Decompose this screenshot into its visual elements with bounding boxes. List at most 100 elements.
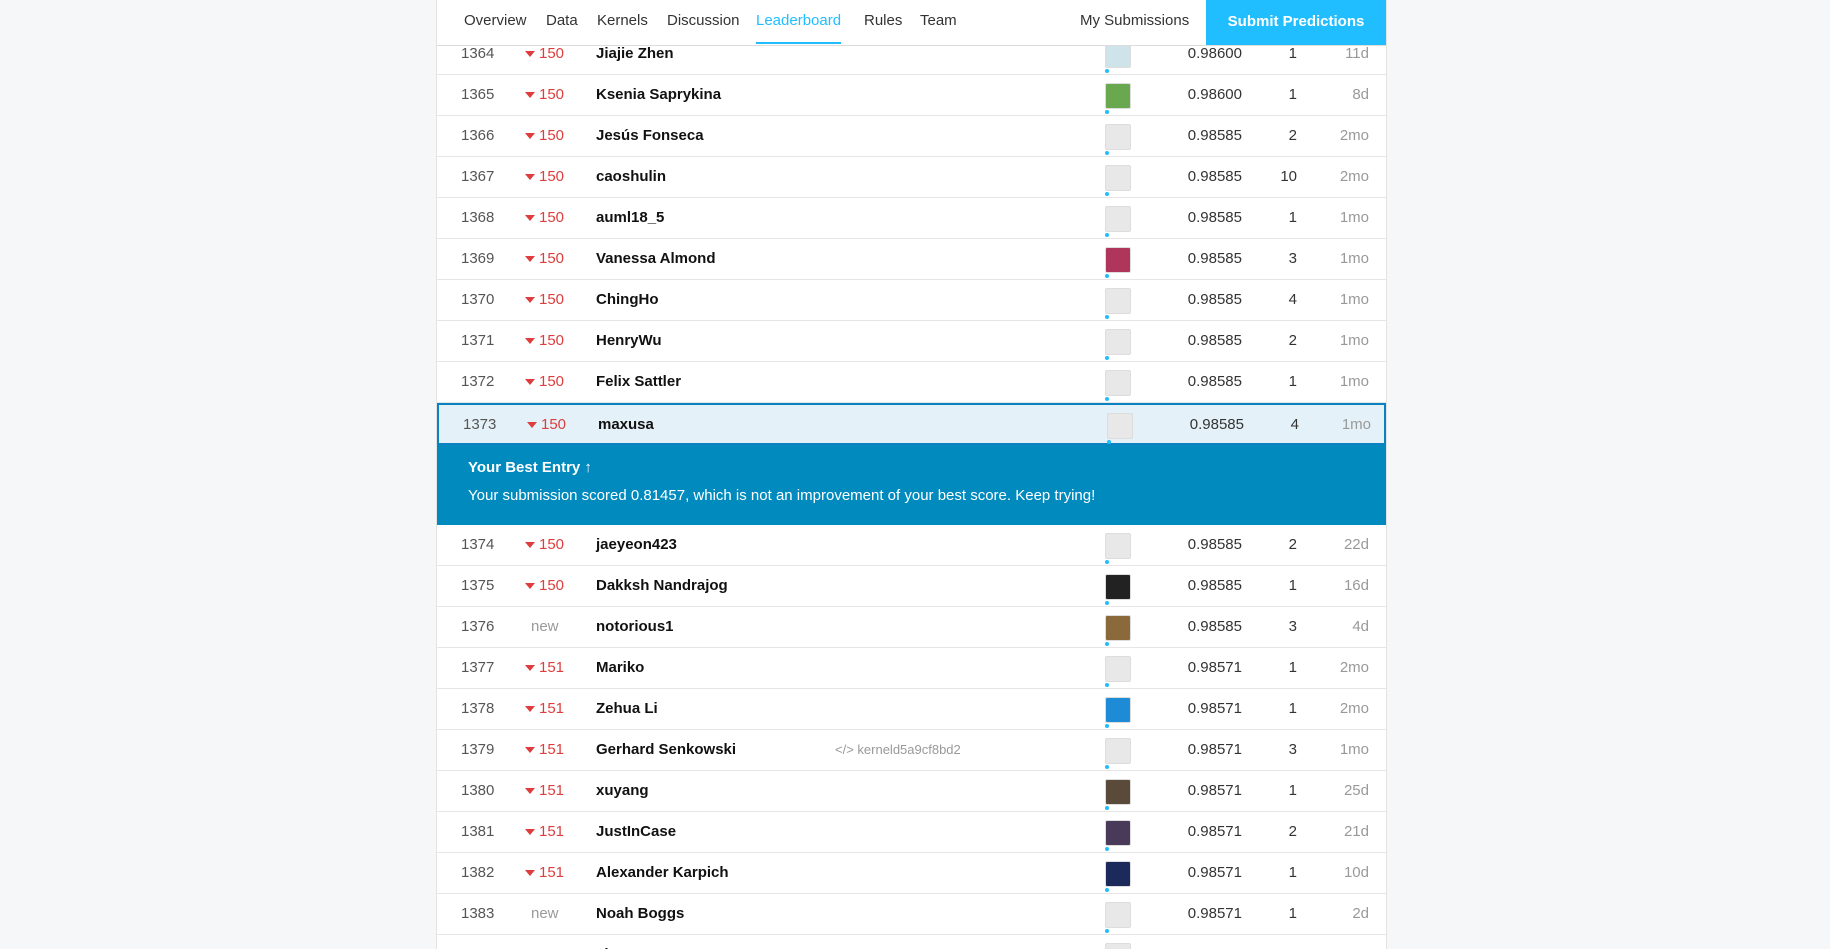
team-name-link[interactable]: Felix Sattler <box>596 362 681 402</box>
tab-rules[interactable]: Rules <box>864 0 902 44</box>
leaderboard-row: 1374 150 jaeyeon423 0.98585 2 22d <box>437 525 1386 566</box>
tier-dot-icon <box>1105 888 1109 892</box>
team-name-link[interactable]: Gerhard Senkowski <box>596 730 736 770</box>
rank: 1375 <box>461 577 495 594</box>
team-name-link[interactable]: maxusa <box>598 405 654 445</box>
avatar[interactable] <box>1105 779 1131 810</box>
avatar[interactable] <box>1105 656 1131 687</box>
banner-message: Your submission scored 0.81457, which is… <box>468 487 1096 504</box>
rank: 1365 <box>461 86 495 103</box>
entries-count: 1 <box>1288 700 1297 717</box>
avatar[interactable] <box>1107 413 1133 444</box>
last-submission: 1mo <box>1339 209 1369 226</box>
score: 0.98585 <box>1187 373 1242 390</box>
team-name-link[interactable]: HenryWu <box>596 321 662 361</box>
avatar[interactable] <box>1105 615 1131 646</box>
avatar[interactable] <box>1105 861 1131 892</box>
triangle-down-icon <box>525 133 535 140</box>
tier-dot-icon <box>1105 233 1109 237</box>
leaderboard-row: 1379 151 Gerhard Senkowski </> kerneld5a9cf… <box>437 730 1386 771</box>
last-submission: 1mo <box>1341 416 1371 433</box>
score: 0.98571 <box>1187 823 1242 840</box>
my-submissions-link[interactable]: My Submissions <box>1080 0 1189 44</box>
kernel-link[interactable]: </> kerneld5a9cf8bd2 <box>835 730 961 770</box>
tier-dot-icon <box>1107 440 1111 444</box>
team-name-link[interactable]: Zehua Li <box>596 689 658 729</box>
avatar[interactable] <box>1105 533 1131 564</box>
tab-team[interactable]: Team <box>920 0 957 44</box>
rank-change: 151 <box>525 812 585 852</box>
team-name-link[interactable]: Vanessa Almond <box>596 239 716 279</box>
score: 0.98571 <box>1187 864 1242 881</box>
avatar[interactable] <box>1105 206 1131 237</box>
rank-change: 150 <box>525 75 585 115</box>
rank: 1380 <box>461 782 495 799</box>
rank: 1382 <box>461 864 495 881</box>
competition-nav: Overview Data Kernels Discussion Leaderb… <box>437 0 1386 46</box>
rank-change: 150 <box>525 280 585 320</box>
team-name-link[interactable]: Noah Boggs <box>596 894 684 934</box>
avatar[interactable] <box>1105 165 1131 196</box>
rank: 1368 <box>461 209 495 226</box>
leaderboard-row: 1377 151 Mariko 0.98571 1 2mo <box>437 648 1386 689</box>
rank-change: 151 <box>525 771 585 811</box>
score: 0.98585 <box>1187 577 1242 594</box>
team-name-link[interactable]: jaeyeon423 <box>596 525 677 565</box>
team-name-link[interactable]: Dakksh Nandrajog <box>596 566 728 606</box>
rank: 1377 <box>461 659 495 676</box>
triangle-down-icon <box>525 338 535 345</box>
team-name-link[interactable]: Jesús Fonseca <box>596 116 704 156</box>
last-submission: 25d <box>1343 782 1369 799</box>
rank-change: 150 <box>525 116 585 156</box>
tier-dot-icon <box>1105 683 1109 687</box>
arrow-up-icon: ↑ <box>580 459 592 476</box>
score: 0.98571 <box>1187 782 1242 799</box>
rank: 1376 <box>461 618 495 635</box>
team-name-link[interactable]: JustInCase <box>596 812 676 852</box>
team-name-link[interactable]: Alexander Karpich <box>596 853 729 893</box>
entries-count: 1 <box>1288 577 1297 594</box>
avatar[interactable] <box>1105 288 1131 319</box>
tab-data[interactable]: Data <box>546 0 578 44</box>
avatar[interactable] <box>1105 247 1131 278</box>
tab-kernels[interactable]: Kernels <box>597 0 648 44</box>
rank-change: 150 <box>525 362 585 402</box>
avatar[interactable] <box>1105 574 1131 605</box>
avatar[interactable] <box>1105 738 1131 769</box>
score: 0.98585 <box>1187 291 1242 308</box>
team-name-link[interactable]: Ksenia Saprykina <box>596 75 721 115</box>
leaderboard-row: 1365 150 Ksenia Saprykina 0.98600 1 8d <box>437 75 1386 116</box>
entries-count: 1 <box>1288 782 1297 799</box>
tab-discussion[interactable]: Discussion <box>667 0 740 44</box>
avatar[interactable] <box>1105 820 1131 851</box>
avatar[interactable] <box>1105 943 1131 949</box>
team-name-link[interactable]: caoshulin <box>596 157 666 197</box>
avatar[interactable] <box>1105 329 1131 360</box>
score: 0.98585 <box>1187 209 1242 226</box>
team-name-link[interactable]: Mariko <box>596 648 644 688</box>
avatar[interactable] <box>1105 902 1131 933</box>
entries-count: 1 <box>1288 373 1297 390</box>
team-name-link[interactable]: Jimmy Gu <box>596 935 669 949</box>
team-name-link[interactable]: notorious1 <box>596 607 674 647</box>
rank-change: new <box>531 618 559 635</box>
avatar[interactable] <box>1105 370 1131 401</box>
last-submission: 2mo <box>1339 659 1369 676</box>
tab-overview[interactable]: Overview <box>464 0 527 44</box>
avatar[interactable] <box>1105 697 1131 728</box>
rank-change: 150 <box>525 525 585 565</box>
tab-leaderboard[interactable]: Leaderboard <box>756 0 842 44</box>
last-submission: 1mo <box>1339 250 1369 267</box>
avatar[interactable] <box>1105 83 1131 114</box>
tier-dot-icon <box>1105 151 1109 155</box>
submit-predictions-button[interactable]: Submit Predictions <box>1206 0 1386 45</box>
team-name-link[interactable]: auml18_5 <box>596 198 664 238</box>
leaderboard-row: 1372 150 Felix Sattler 0.98585 1 1mo <box>437 362 1386 403</box>
rank: 1370 <box>461 291 495 308</box>
rank: 1373 <box>463 416 497 433</box>
entries-count: 1 <box>1288 864 1297 881</box>
avatar[interactable] <box>1105 124 1131 155</box>
triangle-down-icon <box>525 379 535 386</box>
team-name-link[interactable]: xuyang <box>596 771 649 811</box>
team-name-link[interactable]: ChingHo <box>596 280 658 320</box>
